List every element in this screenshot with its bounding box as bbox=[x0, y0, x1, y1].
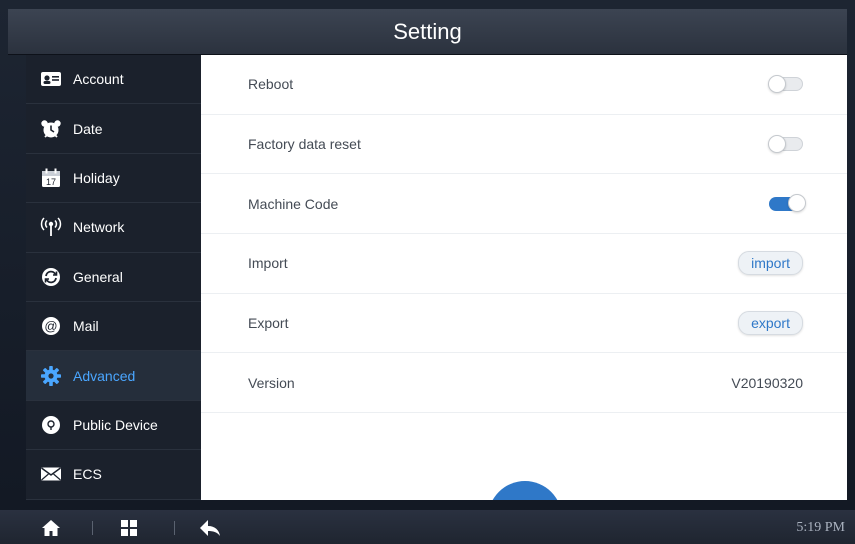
setting-row-version: Version V20190320 bbox=[201, 353, 847, 414]
setting-label: Export bbox=[248, 315, 289, 332]
setting-row-machine-code: Machine Code bbox=[201, 174, 847, 235]
setting-row-import: Import import bbox=[201, 234, 847, 294]
svg-text:17: 17 bbox=[46, 177, 56, 187]
version-value: V20190320 bbox=[731, 374, 803, 391]
sidebar-item-advanced[interactable]: Advanced bbox=[26, 351, 201, 401]
settings-panel: Reboot Factory data reset Machine Code I… bbox=[201, 55, 847, 500]
taskbar-divider bbox=[174, 521, 175, 535]
sidebar-item-label: Date bbox=[73, 120, 103, 137]
machine-code-toggle[interactable] bbox=[769, 193, 806, 212]
sidebar-item-mail[interactable]: @ Mail bbox=[26, 302, 201, 352]
sidebar-item-public-device[interactable]: Public Device bbox=[26, 401, 201, 451]
factory-reset-toggle[interactable] bbox=[768, 135, 803, 154]
sidebar-item-label: Holiday bbox=[73, 169, 120, 186]
toggle-knob bbox=[788, 193, 806, 212]
sidebar-item-date[interactable]: Date bbox=[26, 104, 201, 154]
page-title: Setting bbox=[393, 18, 462, 44]
reboot-toggle[interactable] bbox=[768, 75, 803, 94]
setting-row-export: Export export bbox=[201, 294, 847, 354]
alarm-clock-icon bbox=[40, 118, 62, 140]
envelope-icon bbox=[40, 463, 62, 485]
sidebar-item-general[interactable]: General bbox=[26, 253, 201, 302]
export-button[interactable]: export bbox=[738, 311, 803, 336]
svg-text:@: @ bbox=[44, 319, 57, 334]
gear-icon bbox=[40, 365, 62, 387]
sidebar-item-label: ECS bbox=[73, 466, 102, 483]
floating-action-button[interactable] bbox=[488, 481, 562, 500]
setting-label: Import bbox=[248, 255, 288, 272]
sidebar-item-holiday[interactable]: 17 Holiday bbox=[26, 154, 201, 204]
title-bar: Setting bbox=[8, 9, 847, 55]
sidebar-item-label: General bbox=[73, 268, 123, 285]
toggle-knob bbox=[768, 135, 786, 154]
at-sign-icon: @ bbox=[40, 315, 62, 337]
taskbar: 5:19 PM bbox=[0, 510, 855, 544]
sidebar-item-label: Public Device bbox=[73, 416, 158, 433]
device-circle-icon bbox=[40, 414, 62, 436]
sidebar-item-network[interactable]: Network bbox=[26, 203, 201, 253]
sidebar-item-label: Account bbox=[73, 71, 124, 88]
grid-icon[interactable] bbox=[120, 519, 140, 537]
sidebar-item-label: Network bbox=[73, 219, 125, 236]
sidebar-item-account[interactable]: Account bbox=[26, 55, 201, 105]
account-card-icon bbox=[40, 68, 62, 90]
sidebar-item-label: Mail bbox=[73, 318, 99, 335]
setting-row-reboot: Reboot bbox=[201, 55, 847, 115]
setting-row-factory-reset: Factory data reset bbox=[201, 115, 847, 175]
import-button[interactable]: import bbox=[738, 251, 803, 276]
setting-label: Version bbox=[248, 374, 295, 391]
home-icon[interactable] bbox=[41, 519, 61, 537]
taskbar-divider bbox=[92, 521, 93, 535]
setting-label: Factory data reset bbox=[248, 136, 361, 153]
back-arrow-icon[interactable] bbox=[199, 519, 220, 537]
sidebar-item-label: Advanced bbox=[73, 367, 136, 384]
setting-label: Reboot bbox=[248, 76, 294, 93]
setting-label: Machine Code bbox=[248, 195, 339, 212]
sidebar-item-ecs[interactable]: ECS bbox=[26, 450, 201, 500]
toggle-knob bbox=[768, 75, 786, 94]
wifi-antenna-icon bbox=[40, 216, 62, 238]
refresh-circle-icon bbox=[40, 266, 62, 288]
calendar-icon: 17 bbox=[40, 167, 62, 189]
taskbar-clock: 5:19 PM bbox=[796, 520, 845, 535]
sidebar: Account Date 17 Holiday Network General … bbox=[26, 55, 201, 500]
